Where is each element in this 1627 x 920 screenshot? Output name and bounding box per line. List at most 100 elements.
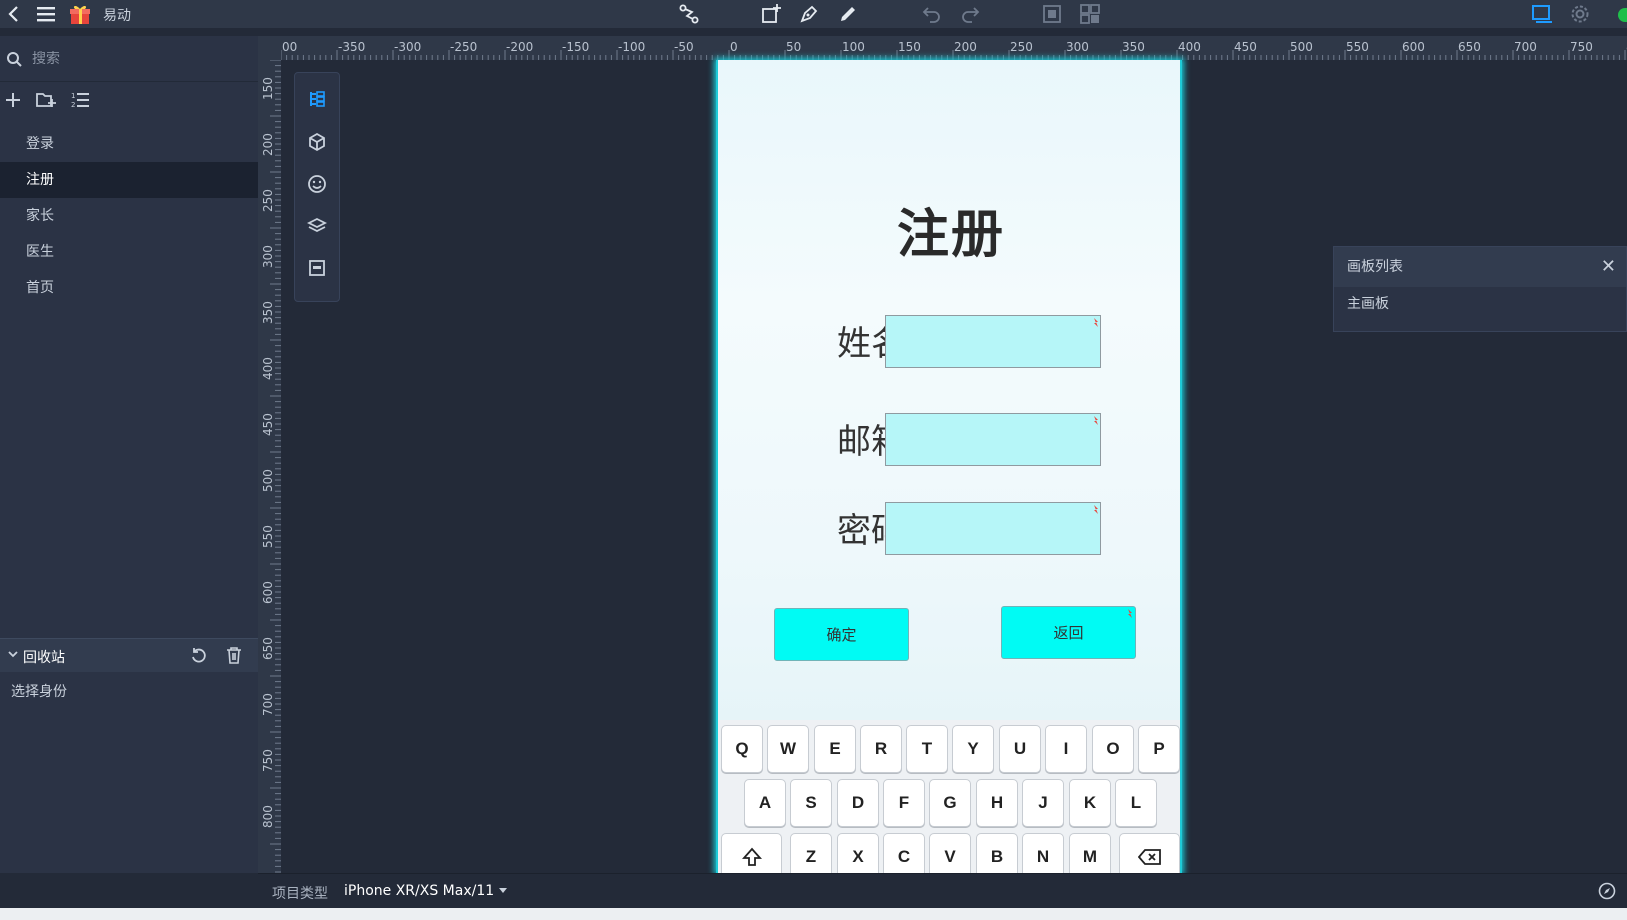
recycle-bin-header[interactable]: 回收站 <box>0 638 258 672</box>
key-l[interactable]: L <box>1115 779 1157 827</box>
top-toolbar: 易动 <box>0 0 1627 28</box>
component-icon[interactable] <box>1078 2 1102 26</box>
ruler-h-ticks <box>281 50 1626 60</box>
undo-icon[interactable] <box>920 2 944 26</box>
svg-text:1: 1 <box>71 92 75 100</box>
required-marker-icon <box>1128 609 1132 618</box>
key-w[interactable]: W <box>767 725 809 773</box>
vertical-ruler: 150 200 250 300 350 400 450 500 550 600 650 700 750 8… <box>258 60 281 873</box>
key-h[interactable]: H <box>976 779 1018 827</box>
ruler-v-ticks <box>270 60 281 873</box>
page-item-doctor[interactable]: 医生 <box>0 234 258 270</box>
menu-icon[interactable] <box>34 2 58 26</box>
plus-icon[interactable] <box>5 92 21 108</box>
password-input[interactable] <box>885 502 1101 555</box>
required-marker-icon <box>1094 318 1098 327</box>
key-r[interactable]: R <box>860 725 902 773</box>
pen-icon[interactable] <box>797 2 821 26</box>
email-input[interactable] <box>885 413 1101 466</box>
status-bar: 项目类型 iPhone XR/XS Max/11 <box>258 873 1627 908</box>
key-a[interactable]: A <box>744 779 786 827</box>
pencil-icon[interactable] <box>836 2 860 26</box>
tool-panel <box>294 72 340 302</box>
key-z[interactable]: Z <box>790 833 832 873</box>
key-q[interactable]: Q <box>721 725 763 773</box>
shift-key[interactable] <box>721 833 782 873</box>
app-title[interactable]: 易动 <box>103 5 131 25</box>
key-x[interactable]: X <box>837 833 879 873</box>
ordered-list-icon[interactable]: 12 <box>70 91 90 109</box>
project-type-label: 项目类型 <box>272 886 328 902</box>
key-m[interactable]: M <box>1069 833 1111 873</box>
board-item-main[interactable]: 主画板 <box>1334 287 1626 321</box>
device-icon[interactable] <box>1530 2 1554 26</box>
board-list-title: 画板列表 <box>1347 259 1403 275</box>
key-n[interactable]: N <box>1022 833 1064 873</box>
page-title: 注册 <box>896 205 1005 265</box>
project-type-select[interactable]: iPhone XR/XS Max/11 <box>344 883 494 899</box>
chevron-down-icon[interactable] <box>8 650 18 658</box>
key-i[interactable]: I <box>1045 725 1087 773</box>
backspace-key[interactable] <box>1119 833 1180 873</box>
key-e[interactable]: E <box>814 725 856 773</box>
page-item-home[interactable]: 首页 <box>0 270 258 306</box>
page-item-parent[interactable]: 家长 <box>0 198 258 234</box>
phone-artboard[interactable]: 注册 姓名 邮箱 密码 确定 返回 Q W E R T Y U I O P A … <box>716 60 1182 873</box>
restore-icon[interactable] <box>190 646 208 664</box>
key-j[interactable]: J <box>1022 779 1064 827</box>
layers-icon[interactable] <box>305 214 329 238</box>
key-p[interactable]: P <box>1138 725 1180 773</box>
key-t[interactable]: T <box>906 725 948 773</box>
add-folder-icon[interactable] <box>36 91 56 109</box>
outline-icon[interactable] <box>305 87 329 111</box>
gift-icon[interactable] <box>68 2 92 26</box>
confirm-button[interactable]: 确定 <box>774 608 909 661</box>
status-dot <box>1618 8 1627 22</box>
key-d[interactable]: D <box>837 779 879 827</box>
key-k[interactable]: K <box>1069 779 1111 827</box>
recycle-item[interactable]: 选择身份 <box>11 681 67 701</box>
board-list-panel: 画板列表 ✕ 主画板 <box>1333 246 1627 332</box>
window-bottom-edge <box>0 908 1627 920</box>
redo-icon[interactable] <box>958 2 982 26</box>
compass-icon[interactable] <box>1598 882 1616 900</box>
shift-icon <box>741 847 762 866</box>
close-icon[interactable]: ✕ <box>1601 247 1616 287</box>
back-button[interactable]: 返回 <box>1001 606 1136 659</box>
smile-icon[interactable] <box>305 172 329 196</box>
cube-icon[interactable] <box>305 130 329 154</box>
search-icon <box>6 51 22 67</box>
board-list-header: 画板列表 ✕ <box>1334 247 1626 287</box>
frame-icon[interactable] <box>1040 2 1064 26</box>
master-icon[interactable] <box>305 256 329 280</box>
virtual-keyboard: Q W E R T Y U I O P A S D F G H J K L Z … <box>718 720 1180 873</box>
required-marker-icon <box>1094 416 1098 425</box>
trash-icon[interactable] <box>225 646 243 664</box>
chevron-down-icon[interactable] <box>498 887 508 895</box>
required-marker-icon <box>1094 505 1098 514</box>
key-v[interactable]: V <box>929 833 971 873</box>
svg-text:2: 2 <box>71 101 75 109</box>
search-row <box>0 36 258 82</box>
recycle-bin-title: 回收站 <box>23 650 65 666</box>
key-f[interactable]: F <box>883 779 925 827</box>
back-icon[interactable] <box>2 2 26 26</box>
settings-icon[interactable] <box>1568 2 1592 26</box>
ruler-corner <box>258 36 281 60</box>
pages-sidebar: 12 登录 注册 家长 医生 首页 回收站 选择身份 <box>0 36 258 873</box>
add-page-icon[interactable] <box>759 2 783 26</box>
sidebar-actions: 12 <box>0 86 258 116</box>
page-item-login[interactable]: 登录 <box>0 126 258 162</box>
key-b[interactable]: B <box>976 833 1018 873</box>
key-s[interactable]: S <box>790 779 832 827</box>
key-u[interactable]: U <box>999 725 1041 773</box>
key-c[interactable]: C <box>883 833 925 873</box>
search-input[interactable] <box>32 50 232 67</box>
horizontal-ruler: 00 -350 -300 -250 -200 -150 -100 -50 0 50 100 150 20… <box>281 36 1627 60</box>
page-item-register[interactable]: 注册 <box>0 162 258 198</box>
key-g[interactable]: G <box>929 779 971 827</box>
name-input[interactable] <box>885 315 1101 368</box>
link-icon[interactable] <box>677 2 701 26</box>
key-o[interactable]: O <box>1092 725 1134 773</box>
key-y[interactable]: Y <box>952 725 994 773</box>
